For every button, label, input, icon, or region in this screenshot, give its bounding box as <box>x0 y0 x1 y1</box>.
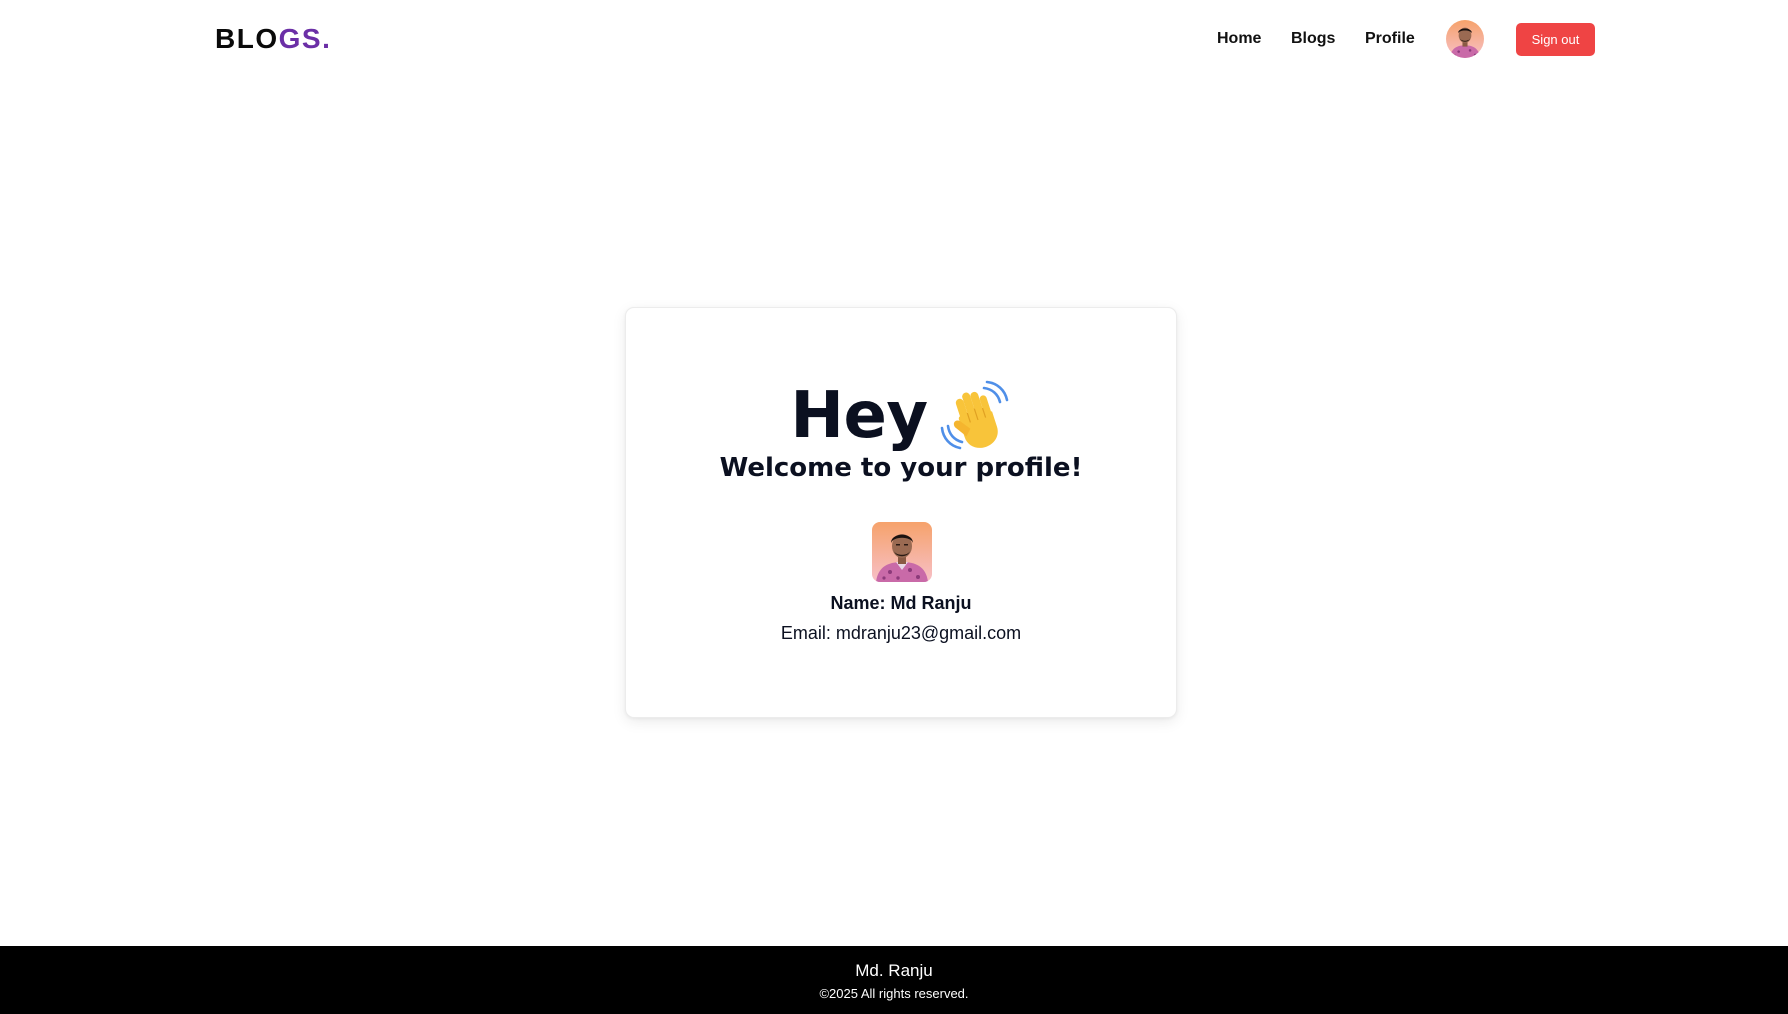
greeting-row: Hey <box>626 380 1176 452</box>
profile-email: Email: mdranju23@gmail.com <box>780 623 1022 643</box>
user-avatar-icon <box>1446 20 1484 58</box>
waving-hand-icon <box>940 380 1008 450</box>
greeting-heading: Hey <box>790 379 928 453</box>
nav-link-profile[interactable]: Profile <box>1365 26 1415 52</box>
header-avatar[interactable] <box>1446 20 1484 58</box>
profile-avatar <box>872 522 932 582</box>
logo-accent-text: GS. <box>278 23 332 54</box>
site-header: BLOGS. Home Blogs Profile Sign out <box>0 0 1788 78</box>
site-logo[interactable]: BLOGS. <box>215 22 331 56</box>
footer-author-name: Md. Ranju <box>855 961 933 980</box>
user-photo-icon <box>872 522 932 582</box>
sign-out-button[interactable]: Sign out <box>1516 23 1595 56</box>
profile-name: Name: Md Ranju <box>830 593 972 613</box>
footer-copyright: ©2025 All rights reserved. <box>819 986 969 1001</box>
nav-link-blogs[interactable]: Blogs <box>1291 26 1335 52</box>
welcome-heading: Welcome to your profile! <box>719 453 1083 483</box>
profile-card: Hey Welcome to your profile! Name: Md Ra… <box>625 307 1177 718</box>
logo-main-text: BLO <box>215 23 279 54</box>
nav-link-home[interactable]: Home <box>1217 26 1261 52</box>
site-footer: Md. Ranju ©2025 All rights reserved. <box>0 946 1788 1014</box>
